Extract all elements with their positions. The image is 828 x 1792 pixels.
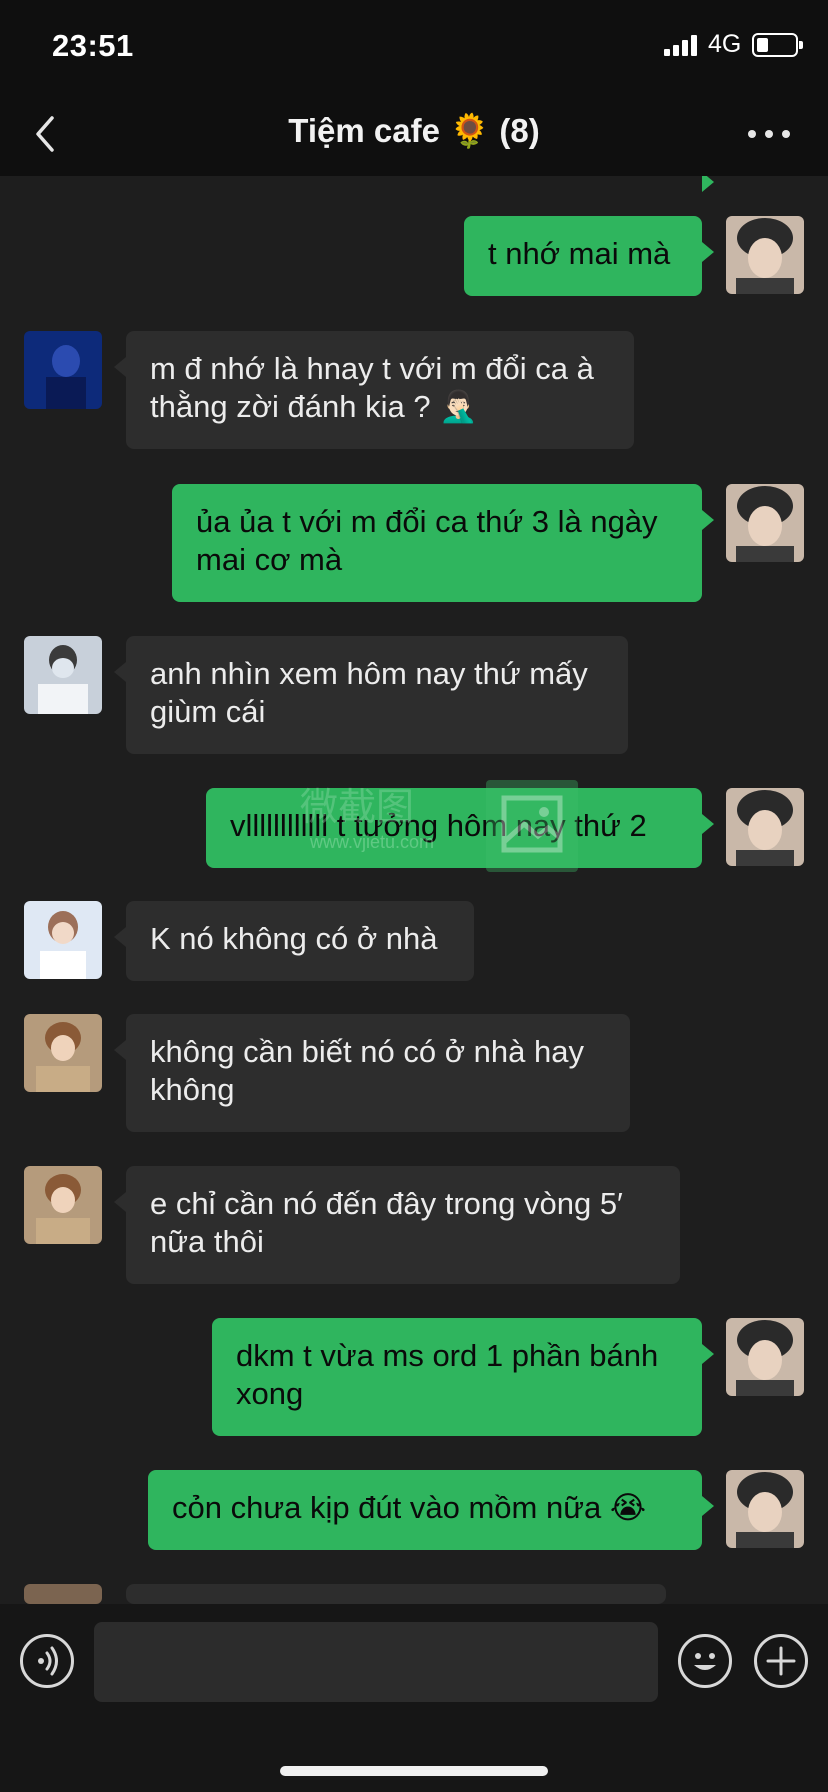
input-bar: [0, 1604, 828, 1792]
member-avatar-image: [24, 1166, 102, 1244]
message-bubble[interactable]: cỏn chưa kịp đút vào mồm nữa 😭: [148, 1470, 714, 1550]
signal-icon: [664, 34, 700, 56]
message-text: không cần biết nó có ở nhà hay không: [150, 1034, 584, 1107]
emoji-button[interactable]: [678, 1634, 732, 1688]
avatar-self[interactable]: [726, 788, 804, 866]
voice-icon: [38, 1646, 58, 1676]
emoji-icon: [694, 1653, 716, 1670]
member-avatar-image: [24, 331, 102, 409]
watermark-text: 微截图: [300, 785, 415, 829]
message-bubble[interactable]: t nhớ mai mà: [464, 216, 714, 296]
message-bubble[interactable]: e chỉ cần nó đến đây trong vòng 5′ nữa t…: [114, 1166, 680, 1284]
battery-icon: [752, 33, 803, 57]
network-type: 4G: [708, 30, 742, 58]
chat-area[interactable]: t nhớ mai mà m đ nhớ là hnay t với m đổi…: [0, 176, 828, 1604]
watermark-url: www.vjietu.com: [310, 832, 435, 852]
message-text: t nhớ mai mà: [488, 236, 671, 271]
message-text: ủa ủa t với m đổi ca thứ 3 là ngày mai c…: [196, 504, 658, 577]
message-input[interactable]: [94, 1622, 658, 1702]
message-text: dkm t vừa ms ord 1 phần bánh xong: [236, 1338, 659, 1411]
plus-button[interactable]: [754, 1634, 808, 1688]
self-avatar-image: [726, 484, 804, 562]
self-avatar-image: [726, 1318, 804, 1396]
self-avatar-image: [726, 788, 804, 866]
watermark-image-icon: [486, 780, 578, 872]
status-bar: 23:51 4G: [0, 0, 828, 92]
avatar-self[interactable]: [726, 216, 804, 294]
more-dots-icon: [748, 130, 790, 138]
message-bubble[interactable]: không cần biết nó có ở nhà hay không: [114, 1014, 630, 1132]
message-text: anh nhìn xem hôm nay thứ mấy giùm cái: [150, 656, 588, 729]
message-text: e chỉ cần nó đến đây trong vòng 5′ nữa t…: [150, 1186, 623, 1259]
member-avatar-image: [24, 1014, 102, 1092]
self-avatar-image: [726, 216, 804, 294]
message-text: m đ nhớ là hnay t với m đổi ca à thằng z…: [150, 351, 594, 424]
message-bubble[interactable]: anh nhìn xem hôm nay thứ mấy giùm cái: [114, 636, 628, 754]
avatar-self[interactable]: [726, 1470, 804, 1548]
watermark: 微截图 www.vjietu.com: [300, 776, 580, 872]
avatar-member[interactable]: [24, 901, 102, 979]
message-bubble[interactable]: m đ nhớ là hnay t với m đổi ca à thằng z…: [114, 331, 634, 449]
avatar-self[interactable]: [726, 1318, 804, 1396]
avatar-self[interactable]: [726, 484, 804, 562]
partial-message-bubble: [126, 1584, 666, 1604]
message-bubble[interactable]: dkm t vừa ms ord 1 phần bánh xong: [212, 1318, 714, 1436]
plus-icon: [766, 1646, 796, 1676]
voice-button[interactable]: [20, 1634, 74, 1688]
avatar-member[interactable]: [24, 1166, 102, 1244]
message-text: K nó không có ở nhà: [150, 921, 438, 956]
member-avatar-image: [24, 636, 102, 714]
chat-title: Tiệm cafe 🌻 (8): [288, 112, 540, 149]
message-bubble[interactable]: ủa ủa t với m đổi ca thứ 3 là ngày mai c…: [172, 484, 714, 602]
battery-level: [757, 38, 768, 52]
avatar-member[interactable]: [24, 1014, 102, 1092]
self-avatar-image: [726, 1470, 804, 1548]
message-text: cỏn chưa kịp đút vào mồm nữa 😭: [172, 1490, 647, 1525]
message-bubble[interactable]: K nó không có ở nhà: [114, 901, 474, 981]
member-avatar-image: [24, 901, 102, 979]
avatar-member[interactable]: [24, 1584, 102, 1604]
more-button[interactable]: [744, 112, 794, 156]
nav-bar: Tiệm cafe 🌻 (8): [0, 92, 828, 176]
avatar-member[interactable]: [24, 331, 102, 409]
avatar-member[interactable]: [24, 636, 102, 714]
status-time: 23:51: [52, 28, 134, 63]
home-indicator: [280, 1766, 548, 1776]
